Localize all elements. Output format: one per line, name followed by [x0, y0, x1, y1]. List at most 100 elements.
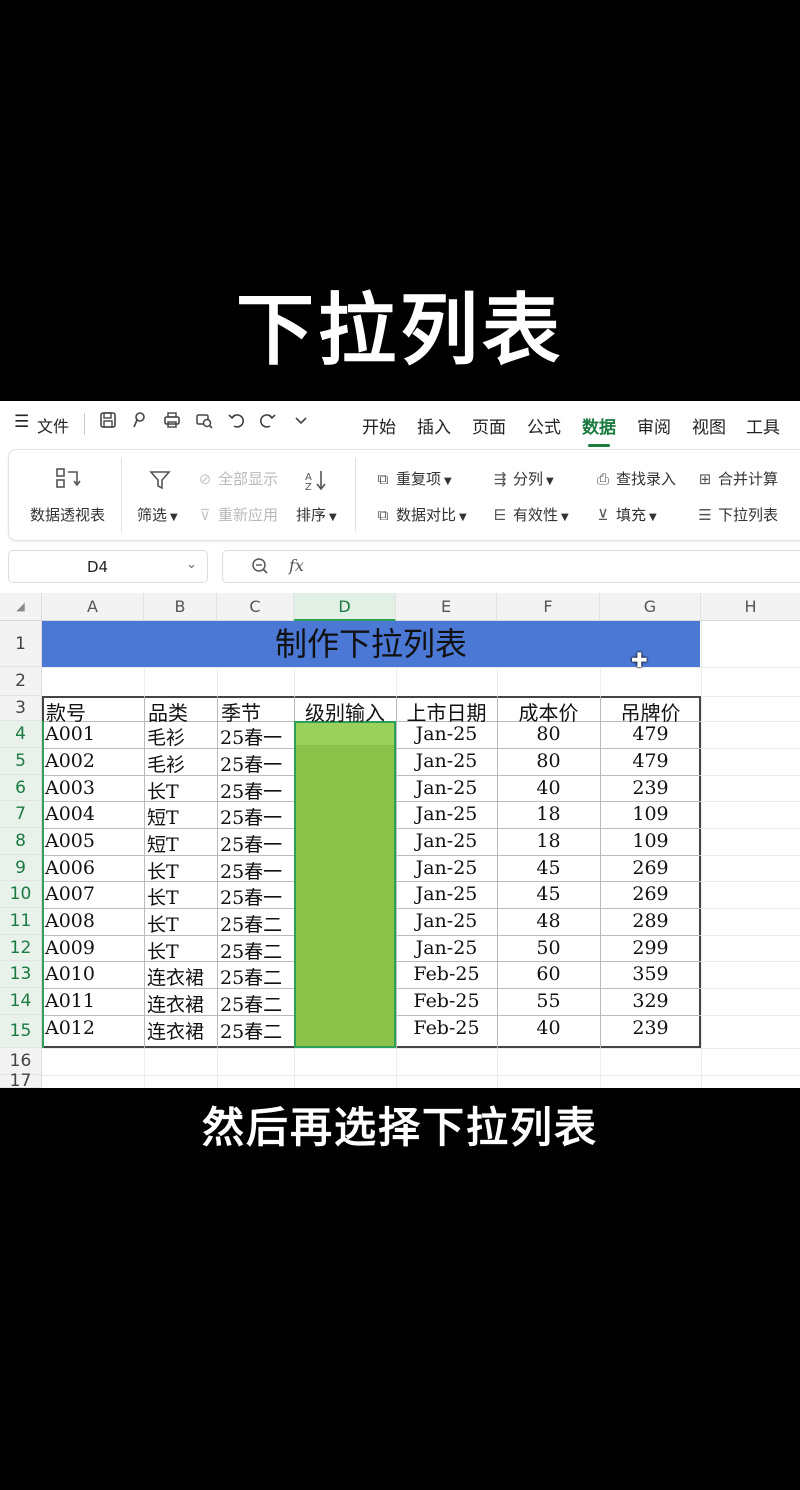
table-header-cell[interactable]: 级别输入: [294, 697, 396, 726]
row-header[interactable]: 8: [0, 828, 42, 855]
table-cell[interactable]: 109: [600, 830, 701, 852]
table-cell[interactable]: 长T: [147, 857, 226, 884]
row-header[interactable]: 15: [0, 1015, 42, 1048]
row-header[interactable]: 4: [0, 721, 42, 748]
table-header-cell[interactable]: 款号: [46, 697, 148, 726]
table-cell[interactable]: 毛衫: [147, 723, 226, 750]
table-cell[interactable]: 60: [497, 963, 600, 985]
table-cell[interactable]: 289: [600, 910, 701, 932]
print-icon[interactable]: [160, 410, 184, 434]
table-cell[interactable]: 25春一: [220, 803, 303, 830]
print-preview-icon[interactable]: [192, 410, 216, 434]
table-cell[interactable]: Jan-25: [396, 777, 497, 799]
tab-review[interactable]: 审阅: [637, 413, 671, 438]
table-cell[interactable]: 80: [497, 723, 600, 745]
table-cell[interactable]: Jan-25: [396, 857, 497, 879]
table-cell[interactable]: 479: [600, 750, 701, 772]
fill-button[interactable]: ⊻ 填充 ▼: [593, 504, 657, 525]
table-cell[interactable]: 40: [497, 1017, 600, 1039]
show-all-button[interactable]: ⊘ 全部显示: [195, 468, 278, 489]
sort-icon[interactable]: AZ: [303, 468, 329, 498]
table-cell[interactable]: 299: [600, 937, 701, 959]
table-cell[interactable]: A009: [45, 937, 153, 959]
table-cell[interactable]: 18: [497, 830, 600, 852]
table-cell[interactable]: Jan-25: [396, 830, 497, 852]
table-cell[interactable]: 18: [497, 803, 600, 825]
table-cell[interactable]: 连衣裙: [147, 963, 226, 990]
table-cell[interactable]: 25春一: [220, 857, 303, 884]
table-cell[interactable]: A004: [45, 803, 153, 825]
split-column-button[interactable]: ⇶ 分列 ▼: [490, 468, 554, 489]
row-header[interactable]: 7: [0, 801, 42, 828]
table-cell[interactable]: A007: [45, 883, 153, 905]
lookup-entry-button[interactable]: ⎙ 查找录入: [593, 468, 676, 489]
table-header-cell[interactable]: 品类: [148, 697, 221, 726]
pivot-table-button[interactable]: 数据透视表: [30, 504, 105, 525]
table-cell[interactable]: 479: [600, 723, 701, 745]
row-header[interactable]: 6: [0, 775, 42, 801]
select-all-corner[interactable]: ◢: [0, 593, 42, 621]
row-header[interactable]: 5: [0, 748, 42, 775]
table-cell[interactable]: Jan-25: [396, 883, 497, 905]
table-cell[interactable]: A003: [45, 777, 153, 799]
format-painter-icon[interactable]: [128, 410, 152, 434]
table-cell[interactable]: 长T: [147, 777, 226, 804]
table-header-cell[interactable]: 上市日期: [396, 697, 497, 726]
row-header[interactable]: 9: [0, 855, 42, 881]
column-header-g[interactable]: G: [600, 593, 701, 621]
table-cell[interactable]: 连衣裙: [147, 1017, 226, 1044]
tab-formula[interactable]: 公式: [527, 413, 561, 438]
table-header-cell[interactable]: 吊牌价: [600, 697, 701, 726]
tab-start[interactable]: 开始: [362, 413, 396, 438]
table-cell[interactable]: 40: [497, 777, 600, 799]
filter-button[interactable]: 筛选 ▼: [137, 504, 178, 525]
tab-view[interactable]: 视图: [692, 413, 726, 438]
chevron-down-icon[interactable]: ⌄: [186, 557, 197, 572]
table-cell[interactable]: 45: [497, 857, 600, 879]
file-menu[interactable]: 文件: [37, 413, 69, 437]
table-cell[interactable]: 269: [600, 883, 701, 905]
table-cell[interactable]: 短T: [147, 830, 226, 857]
row-header[interactable]: 11: [0, 908, 42, 935]
table-cell[interactable]: Jan-25: [396, 803, 497, 825]
table-cell[interactable]: A001: [45, 723, 153, 745]
table-cell[interactable]: 25春二: [220, 1017, 303, 1044]
pivot-table-icon[interactable]: [54, 467, 82, 497]
table-cell[interactable]: 25春一: [220, 777, 303, 804]
zoom-icon[interactable]: [251, 557, 269, 579]
column-header-d[interactable]: D: [294, 593, 396, 621]
selected-range-d4-d15[interactable]: [294, 721, 396, 1048]
row-header[interactable]: 14: [0, 988, 42, 1015]
column-header-f[interactable]: F: [497, 593, 600, 621]
name-box[interactable]: D4 ⌄: [8, 550, 208, 583]
redo-icon[interactable]: [256, 410, 280, 434]
table-cell[interactable]: 25春二: [220, 937, 303, 964]
column-header-a[interactable]: A: [42, 593, 144, 621]
table-cell[interactable]: 25春二: [220, 910, 303, 937]
table-cell[interactable]: Jan-25: [396, 937, 497, 959]
row-header[interactable]: 3: [0, 696, 42, 721]
table-cell[interactable]: A012: [45, 1017, 153, 1039]
row-header[interactable]: 10: [0, 881, 42, 908]
table-cell[interactable]: A010: [45, 963, 153, 985]
table-cell[interactable]: A011: [45, 990, 153, 1012]
table-cell[interactable]: 48: [497, 910, 600, 932]
undo-icon[interactable]: [224, 410, 248, 434]
column-header-h[interactable]: H: [701, 593, 800, 621]
table-cell[interactable]: Jan-25: [396, 750, 497, 772]
table-cell[interactable]: Feb-25: [396, 990, 497, 1012]
table-cell[interactable]: 239: [600, 1017, 701, 1039]
table-cell[interactable]: 25春二: [220, 963, 303, 990]
tab-tools[interactable]: 工具: [746, 413, 780, 438]
table-cell[interactable]: 25春一: [220, 723, 303, 750]
table-header-cell[interactable]: 季节: [221, 697, 298, 726]
filter-icon[interactable]: [147, 468, 173, 498]
row-header[interactable]: 1: [0, 621, 42, 667]
table-cell[interactable]: Feb-25: [396, 1017, 497, 1039]
table-cell[interactable]: 25春一: [220, 883, 303, 910]
compare-button[interactable]: ⧉ 数据对比 ▼: [373, 504, 467, 525]
table-cell[interactable]: Feb-25: [396, 963, 497, 985]
column-header-c[interactable]: C: [217, 593, 294, 621]
table-cell[interactable]: 359: [600, 963, 701, 985]
column-header-b[interactable]: B: [144, 593, 217, 621]
